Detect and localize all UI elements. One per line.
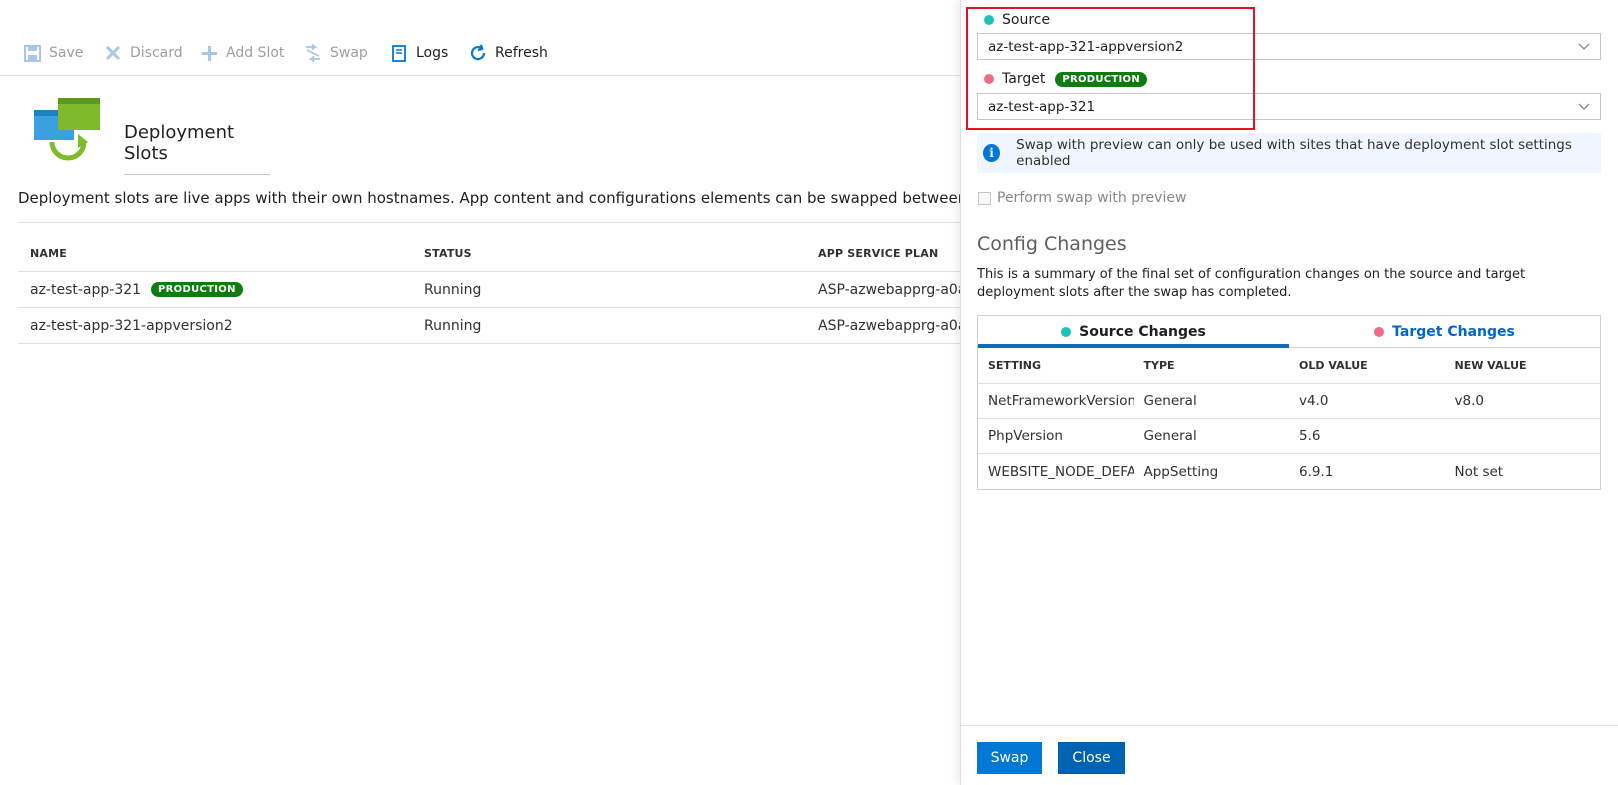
save-label: Save [49, 45, 84, 61]
swap-icon [303, 43, 323, 63]
source-dot-icon [984, 15, 994, 25]
save-button[interactable]: Save [22, 42, 83, 64]
old-value-cell: 6.9.1 [1299, 463, 1334, 480]
page-title: Deployment Slots [124, 122, 270, 175]
logs-icon [389, 43, 409, 63]
source-value: az-test-app-321-appversion2 [988, 38, 1184, 55]
discard-icon [103, 43, 123, 63]
col-setting-header: SETTING [988, 359, 1042, 372]
col-name-header[interactable]: NAME [18, 247, 412, 260]
config-changes-description: This is a summary of the final set of co… [977, 267, 1526, 300]
table-row[interactable]: az-test-app-321 PRODUCTION Running ASP-a… [18, 272, 960, 308]
col-new-value-header: NEW VALUE [1454, 359, 1527, 372]
save-icon [22, 43, 42, 63]
discard-label: Discard [130, 45, 183, 61]
slot-plan[interactable]: ASP-azwebapprg-a0a9 [806, 318, 960, 334]
info-icon: i [983, 144, 1001, 162]
divider [18, 222, 960, 223]
swap-toolbar-button[interactable]: Swap [303, 42, 368, 64]
close-button[interactable]: Close [1058, 742, 1125, 774]
tab-source-label: Source Changes [1079, 323, 1206, 340]
grid-header: NAME STATUS APP SERVICE PLAN [18, 236, 960, 272]
target-dropdown[interactable]: az-test-app-321 [977, 93, 1601, 120]
old-value-cell: v4.0 [1299, 393, 1329, 409]
tab-target-changes[interactable]: Target Changes [1289, 316, 1600, 347]
changes-table-header: SETTING TYPE OLD VALUE NEW VALUE [978, 348, 1600, 384]
target-dot-icon [1374, 326, 1385, 337]
config-changes-box: Source Changes Target Changes SETTING TY… [977, 315, 1601, 490]
source-label-text: Source [1002, 12, 1051, 28]
chevron-down-icon [1578, 40, 1590, 52]
slot-status: Running [424, 317, 482, 334]
logs-button[interactable]: Logs [389, 42, 448, 64]
col-status-header[interactable]: STATUS [412, 247, 806, 260]
refresh-button[interactable]: Refresh [468, 42, 548, 64]
preview-checkbox-label: Perform swap with preview [997, 190, 1187, 206]
deployment-slots-icon [34, 98, 102, 168]
config-changes-title: Config Changes [977, 233, 1127, 255]
logs-label: Logs [416, 45, 449, 61]
discard-button[interactable]: Discard [103, 42, 183, 64]
page-description: Deployment slots are live apps with thei… [18, 189, 960, 207]
target-value: az-test-app-321 [988, 98, 1096, 115]
refresh-icon [468, 43, 488, 63]
col-old-value-header: OLD VALUE [1299, 359, 1368, 372]
setting-cell: NetFrameworkVersion [988, 393, 1134, 409]
chevron-down-icon [1578, 100, 1590, 112]
table-row[interactable]: az-test-app-321-appversion2 Running ASP-… [18, 308, 960, 344]
setting-cell: PhpVersion [988, 428, 1063, 444]
slot-status: Running [424, 281, 482, 298]
col-plan-header[interactable]: APP SERVICE PLAN [806, 247, 960, 260]
new-value-cell: v8.0 [1454, 393, 1484, 409]
table-row: WEBSITE_NODE_DEFA... AppSetting 6.9.1 No… [978, 454, 1600, 489]
info-text: Swap with preview can only be used with … [1016, 137, 1572, 169]
type-cell: General [1143, 428, 1197, 444]
col-type-header: TYPE [1143, 359, 1175, 372]
add-icon [199, 43, 219, 63]
production-badge: PRODUCTION [1055, 71, 1148, 87]
command-bar: Save Discard Add Slot Swap Logs Refresh [0, 28, 960, 76]
footer-divider [961, 725, 1618, 726]
slot-name-cell: az-test-app-321-appversion2 [18, 318, 412, 334]
table-row: PhpVersion General 5.6 [978, 419, 1600, 454]
slot-name[interactable]: az-test-app-321 [30, 282, 141, 298]
refresh-label: Refresh [495, 45, 548, 61]
source-dot-icon [1061, 326, 1072, 337]
source-label: Source [984, 12, 1050, 28]
add-slot-label: Add Slot [226, 45, 285, 61]
checkbox-box[interactable] [978, 191, 991, 205]
source-dropdown[interactable]: az-test-app-321-appversion2 [977, 33, 1601, 60]
type-cell: AppSetting [1143, 463, 1219, 480]
table-row: NetFrameworkVersion General v4.0 v8.0 [978, 384, 1600, 419]
info-banner: i Swap with preview can only be used wit… [977, 133, 1601, 173]
type-cell: General [1143, 393, 1197, 409]
changes-tabs: Source Changes Target Changes [978, 316, 1600, 348]
setting-cell: WEBSITE_NODE_DEFA... [988, 463, 1134, 480]
target-dot-icon [984, 74, 994, 84]
swap-button[interactable]: Swap [977, 742, 1042, 774]
slot-name[interactable]: az-test-app-321-appversion2 [30, 318, 233, 334]
old-value-cell: 5.6 [1299, 428, 1321, 444]
add-slot-button[interactable]: Add Slot [199, 42, 284, 64]
swap-toolbar-label: Swap [330, 45, 368, 61]
slot-name-cell: az-test-app-321 PRODUCTION [18, 282, 412, 298]
target-label: Target PRODUCTION [984, 71, 1148, 87]
production-badge: PRODUCTION [151, 282, 243, 297]
tab-target-label: Target Changes [1392, 323, 1515, 340]
target-label-text: Target [1002, 71, 1046, 87]
tab-source-changes[interactable]: Source Changes [978, 316, 1289, 348]
slots-grid: NAME STATUS APP SERVICE PLAN az-test-app… [18, 236, 960, 344]
new-value-cell: Not set [1454, 463, 1504, 480]
slot-plan[interactable]: ASP-azwebapprg-a0a9 [806, 282, 960, 298]
preview-checkbox[interactable]: Perform swap with preview [978, 190, 1186, 206]
